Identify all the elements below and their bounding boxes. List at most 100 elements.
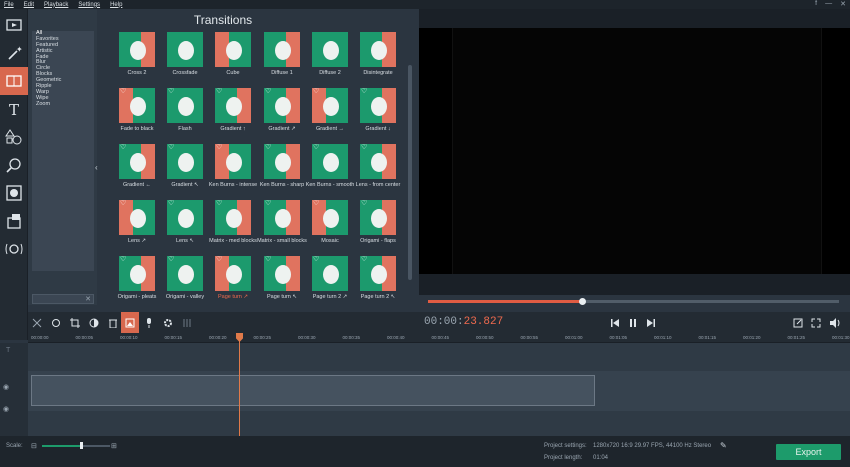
ruler-tick-label: 00:00:00 [31,335,49,340]
cut-icon[interactable] [28,312,46,333]
favorite-heart-icon[interactable]: ♡ [361,144,367,151]
favorite-heart-icon[interactable]: ♡ [265,144,271,151]
transition-tile[interactable]: ♡ Page turn 2 ↖ [345,256,411,301]
favorite-heart-icon[interactable]: ♡ [361,88,367,95]
playback-progress-fill [428,300,583,303]
export-button[interactable]: Export [776,444,841,460]
facebook-icon[interactable]: f [815,0,817,8]
transition-thumbnail: ♡ [119,200,155,235]
svg-text:T: T [9,101,19,117]
ruler-tick-label: 00:01:05 [609,335,628,340]
detach-preview-icon[interactable] [789,312,807,333]
pause-icon[interactable] [624,312,642,333]
transition-thumbnail: ♡ [360,256,396,291]
overlay-track[interactable] [28,343,850,371]
scale-slider-handle[interactable] [79,442,83,449]
collapse-panel-icon[interactable]: ‹ [95,163,98,172]
transition-thumbnail: ♡ [312,144,348,179]
category-list: All Favorites Featured Artistic Fade Blur Circ… [32,30,94,271]
stickers-shapes-icon[interactable] [0,123,28,151]
text-track-icon: T [6,347,11,354]
favorite-heart-icon[interactable]: ♡ [120,88,126,95]
favorite-heart-icon[interactable]: ♡ [168,88,174,95]
menu-item[interactable]: Edit [24,2,34,8]
transition-thumbnail: ♡ [167,144,203,179]
favorite-heart-icon[interactable]: ♡ [120,144,126,151]
menu-item[interactable]: Settings [78,2,100,8]
favorite-heart-icon[interactable]: ♡ [265,200,271,207]
highlight-conceal-icon[interactable] [0,179,28,207]
category-search-input[interactable]: ✕ [32,294,94,304]
audio-track-visibility-icon[interactable]: ◉ [3,405,9,413]
favorite-heart-icon[interactable]: ♡ [120,256,126,263]
next-frame-icon[interactable] [642,312,660,333]
transition-tile[interactable]: Disintegrate [345,32,411,77]
minimize-icon[interactable]: — [825,0,832,8]
project-settings-label: Project settings: [544,443,587,449]
microphone-icon[interactable] [140,312,158,333]
video-clip[interactable] [31,375,595,406]
crop-icon[interactable] [66,312,84,333]
track-visibility-icon[interactable]: ◉ [3,383,9,391]
favorite-heart-icon[interactable]: ♡ [265,88,271,95]
settings-gear-icon[interactable] [159,312,177,333]
audio-track[interactable] [28,411,850,436]
favorite-heart-icon[interactable]: ♡ [313,256,319,263]
color-adjust-icon[interactable] [85,312,103,333]
transition-tile[interactable]: ♡ Lens - from center [345,144,411,189]
favorite-heart-icon[interactable]: ♡ [265,256,271,263]
fullscreen-icon[interactable] [807,312,825,333]
favorite-heart-icon[interactable]: ♡ [361,200,367,207]
titles-icon[interactable]: T [0,95,28,123]
transition-tile[interactable]: ♡ Origami - flaps [345,200,411,245]
ruler-tick-label: 00:00:35 [342,335,361,340]
rotate-icon[interactable] [47,312,65,333]
timecode-display: 00:00:23.827 [424,316,503,328]
ruler-tick-label: 00:00:15 [164,335,183,340]
playback-progress-handle[interactable] [578,298,586,305]
ruler-tick-label: 00:01:10 [654,335,672,340]
zoom-out-icon[interactable]: ⊟ [31,442,37,450]
favorite-heart-icon[interactable]: ♡ [120,200,126,207]
transition-thumbnail: ♡ [119,256,155,291]
favorite-heart-icon[interactable]: ♡ [313,144,319,151]
favorite-heart-icon[interactable]: ♡ [313,88,319,95]
menu-item[interactable]: File [4,2,14,8]
favorite-heart-icon[interactable]: ♡ [216,144,222,151]
import-media-icon[interactable] [0,11,28,39]
favorite-heart-icon[interactable]: ♡ [216,256,222,263]
category-item[interactable]: Zoom [32,101,94,108]
more-tools-icon[interactable] [0,235,28,263]
transition-tile[interactable]: ♡ Gradient ↓ [345,88,411,133]
delete-icon[interactable] [104,312,122,333]
favorite-heart-icon[interactable]: ♡ [216,88,222,95]
ruler-tick-label: 00:00:05 [75,335,94,340]
transitions-icon[interactable] [0,67,28,95]
favorite-heart-icon[interactable]: ♡ [168,256,174,263]
clear-search-icon[interactable]: ✕ [85,295,91,303]
favorite-heart-icon[interactable]: ♡ [168,200,174,207]
transition-thumbnail: ♡ [312,256,348,291]
previous-frame-icon[interactable] [606,312,624,333]
volume-icon[interactable] [826,312,844,333]
favorite-heart-icon[interactable]: ♡ [168,144,174,151]
transition-thumbnail [119,32,155,67]
callouts-icon[interactable] [0,207,28,235]
favorite-heart-icon[interactable]: ♡ [313,200,319,207]
filters-wand-icon[interactable]: ✦ [0,39,28,67]
edit-pencil-icon[interactable]: ✎ [720,441,727,450]
menu-item[interactable]: Help [110,2,122,8]
equalizer-icon[interactable] [178,312,196,333]
zoom-in-icon[interactable]: ⊞ [111,442,117,450]
transitions-scrollbar[interactable] [408,65,412,280]
favorite-heart-icon[interactable]: ♡ [216,200,222,207]
favorite-heart-icon[interactable]: ♡ [361,256,367,263]
transition-thumbnail: ♡ [312,200,348,235]
menu-item[interactable]: Playback [44,2,68,8]
close-icon[interactable]: ✕ [840,0,846,8]
zoom-pan-icon[interactable] [0,151,28,179]
ruler-tick-label: 00:01:20 [743,335,761,340]
transition-thumbnail: ♡ [167,88,203,123]
clip-properties-icon[interactable] [121,312,139,333]
playhead[interactable] [239,333,240,436]
